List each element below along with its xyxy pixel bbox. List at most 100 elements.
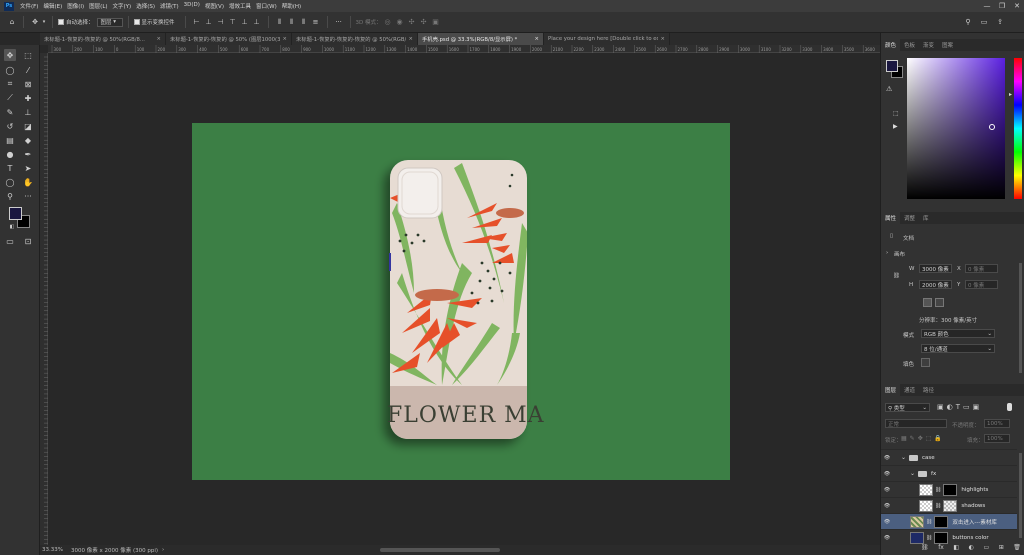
mask-link-icon[interactable]: ⛓	[935, 487, 941, 493]
tab-libraries[interactable]: 库	[919, 212, 933, 224]
portrait-icon[interactable]	[923, 298, 932, 307]
collapse-icon[interactable]: ›	[886, 250, 888, 256]
tab-gradients[interactable]: 渐变	[919, 39, 938, 51]
hue-slider[interactable]	[1014, 58, 1022, 199]
mask-link-icon[interactable]: ⛓	[935, 503, 941, 509]
artboard-tool-icon[interactable]: ⬚	[22, 49, 34, 61]
filter-toggle-icon[interactable]	[1007, 403, 1012, 411]
quick-mask-icon[interactable]: ▭	[4, 235, 16, 247]
menu-item-2[interactable]: 图像(I)	[67, 2, 84, 10]
status-arrow-icon[interactable]: ›	[162, 547, 164, 553]
layer-mask-thumbnail[interactable]	[943, 499, 958, 512]
move-tool-icon[interactable]: ✥	[29, 16, 41, 28]
zoom-tool-icon[interactable]: ⚲	[4, 190, 16, 202]
lasso-tool-icon[interactable]: ◯	[4, 64, 16, 76]
document-tab-2[interactable]: 未标题-1-恢复的-恢复的-恢复的 @ 50%(RGB/8... ×	[292, 33, 418, 45]
stamp-tool-icon[interactable]: ⊥	[22, 106, 34, 118]
bit-depth-dropdown[interactable]: 8 位/通道 ⌄	[921, 344, 995, 353]
align-hcenter-icon[interactable]: ⊥	[203, 16, 215, 28]
width-field[interactable]: 3000 像素	[919, 264, 952, 273]
menu-item-1[interactable]: 编辑(E)	[43, 2, 62, 10]
visibility-eye-icon[interactable]: 👁	[881, 455, 893, 461]
mask-link-icon[interactable]: ⛓	[926, 535, 932, 541]
menu-item-8[interactable]: 视图(V)	[205, 2, 224, 10]
screen-mode-icon[interactable]: ⊡	[22, 235, 34, 247]
layer-row[interactable]: 👁 ⛓ buttons color	[881, 529, 1017, 545]
warning-icon[interactable]: ⚠	[886, 85, 892, 93]
3d-slide-icon[interactable]: ✣	[418, 16, 430, 28]
frame-tool-icon[interactable]: ⊠	[22, 78, 34, 90]
horizontal-scrollbar[interactable]	[380, 548, 500, 552]
fill-color-swatch[interactable]	[921, 358, 930, 367]
visibility-eye-icon[interactable]: 👁	[881, 503, 893, 509]
workspace-icon[interactable]: ▭	[978, 16, 990, 28]
close-tab-icon[interactable]: ×	[409, 36, 413, 42]
close-tab-icon[interactable]: ×	[283, 36, 287, 42]
layer-row[interactable]: 👁 ⛓ highlights	[881, 481, 1017, 497]
magic-wand-icon[interactable]: ⁄	[22, 64, 34, 76]
opacity-field[interactable]: 100%	[984, 419, 1010, 428]
show-transform-checkbox[interactable]: 显示变换控件	[133, 18, 175, 26]
layer-mask-thumbnail[interactable]	[934, 515, 949, 528]
layer-filter-icons[interactable]: ▣◐T▭▣	[937, 403, 982, 411]
shape-tool-icon[interactable]: ◯	[4, 176, 16, 188]
group-expand-icon[interactable]: ⌄	[901, 454, 906, 461]
tab-swatches[interactable]: 色板	[900, 39, 919, 51]
mask-link-icon[interactable]: ⛓	[926, 519, 932, 525]
menu-item-9[interactable]: 增效工具	[229, 2, 251, 10]
tab-color[interactable]: 颜色	[881, 39, 901, 51]
tab-properties[interactable]: 属性	[881, 212, 901, 224]
distribute-vertical-icon[interactable]: ≡	[310, 16, 322, 28]
align-bottom-icon[interactable]: ⊥	[251, 16, 263, 28]
pen-tool-icon[interactable]: ✒	[22, 148, 34, 160]
distribute-left-icon[interactable]: ⦀	[274, 16, 286, 28]
tab-channels[interactable]: 通道	[900, 384, 919, 396]
close-window-button[interactable]: ✕	[1010, 0, 1024, 12]
type-tool-icon[interactable]: T	[4, 162, 16, 174]
crop-tool-icon[interactable]: ⌗	[4, 78, 16, 90]
document-tab-3[interactable]: 手机壳.psd @ 33.3%(RGB/8/显示屏) * ×	[418, 33, 544, 45]
cube-icon[interactable]: ⬚	[893, 110, 899, 117]
3d-orbit-icon[interactable]: ◎	[382, 16, 394, 28]
menu-item-5[interactable]: 选择(S)	[136, 2, 155, 10]
menu-item-7[interactable]: 3D(D)	[184, 2, 200, 10]
align-left-icon[interactable]: ⊢	[191, 16, 203, 28]
3d-pan-icon[interactable]: ✣	[406, 16, 418, 28]
adjustment-icon[interactable]: ◐	[969, 544, 974, 554]
close-tab-icon[interactable]: ×	[661, 36, 665, 42]
group-expand-icon[interactable]: ⌄	[910, 470, 915, 477]
eyedropper-icon[interactable]: ⟋	[4, 92, 16, 104]
blend-mode-dropdown[interactable]: 正常	[885, 419, 947, 428]
document-tab-0[interactable]: 未标题-1-恢复的-恢复的 @ 50%(RGB/8... ×	[40, 33, 166, 45]
visibility-eye-icon[interactable]: 👁	[881, 471, 893, 477]
home-icon[interactable]: ⌂	[6, 16, 18, 28]
visibility-eye-icon[interactable]: 👁	[881, 487, 893, 493]
landscape-icon[interactable]	[935, 298, 944, 307]
fx-icon[interactable]: fx	[938, 544, 944, 554]
tab-patterns[interactable]: 图案	[938, 39, 957, 51]
play-icon[interactable]: ▶	[893, 123, 898, 130]
foreground-color-swatch[interactable]	[9, 207, 22, 220]
gradient-tool-icon[interactable]: ▤	[4, 134, 16, 146]
layer-mask-thumbnail[interactable]	[943, 483, 958, 496]
lock-icons[interactable]: ▦✎✥⬚🔒	[901, 435, 945, 442]
more-options-icon[interactable]: ···	[333, 16, 345, 28]
align-right-icon[interactable]: ⊣	[215, 16, 227, 28]
layers-scrollbar[interactable]	[1019, 453, 1022, 538]
align-top-icon[interactable]: ⊤	[227, 16, 239, 28]
menu-item-10[interactable]: 窗口(W)	[256, 2, 277, 10]
tab-adjustments[interactable]: 调整	[900, 212, 919, 224]
more-tools-icon[interactable]: ···	[22, 190, 34, 202]
layer-row[interactable]: 👁 ⛓ 双击进入---素材库	[881, 513, 1017, 529]
panel-foreground-swatch[interactable]	[886, 60, 898, 72]
properties-scrollbar[interactable]	[1019, 263, 1022, 373]
layer-row[interactable]: 👁 ⌄ fx	[881, 465, 1017, 481]
visibility-eye-icon[interactable]: 👁	[881, 535, 893, 541]
3d-roll-icon[interactable]: ◉	[394, 16, 406, 28]
tab-paths[interactable]: 路径	[919, 384, 938, 396]
menu-item-6[interactable]: 滤镜(T)	[160, 2, 179, 10]
auto-select-checkbox[interactable]: 自动选择：	[58, 18, 94, 26]
visibility-eye-icon[interactable]: 👁	[881, 519, 893, 525]
blur-tool-icon[interactable]: ◆	[22, 134, 34, 146]
eraser-icon[interactable]: ◪	[22, 120, 34, 132]
